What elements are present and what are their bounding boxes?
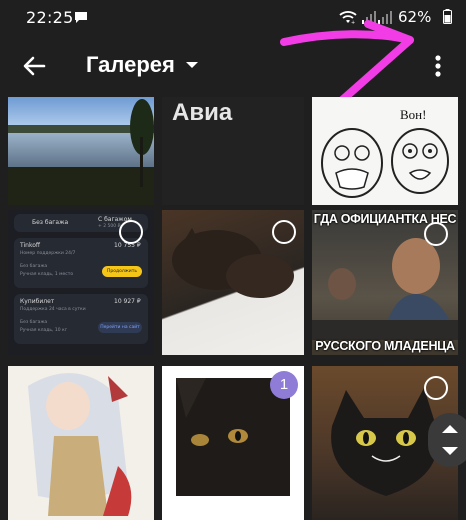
page-title: Галерея — [86, 52, 175, 77]
offer-2-sub: Поддержка 24 часа в сутки — [20, 307, 86, 312]
album-selector[interactable]: Галерея — [86, 48, 199, 82]
signal-icon-2 — [378, 11, 392, 24]
photo-tile-lake[interactable] — [8, 97, 154, 205]
battery-icon — [443, 9, 452, 24]
back-arrow-icon[interactable] — [18, 50, 50, 82]
rage-face-drawing — [321, 128, 449, 198]
signal-icon — [362, 11, 376, 24]
status-time: 22:25 — [26, 8, 74, 27]
offer-card-2: Купибилет Поддержка 24 часа в сутки 10 9… — [14, 294, 148, 344]
offer-2-line2: Ручная кладь, 10 кг — [20, 328, 68, 333]
wifi-icon: + — [339, 11, 357, 25]
meme-caption-bottom: РУССКОГО МЛАДЕНЦА — [315, 339, 455, 353]
photo-tile-sleeping-cat[interactable] — [162, 210, 304, 355]
photo-tile-rage-comic[interactable]: Вон! — [312, 97, 458, 205]
offer-2-button: Перейти на сайт — [98, 322, 142, 333]
photo-tile-avia[interactable]: Авиа — [162, 97, 304, 205]
offer-1-line1: Без багажа — [20, 264, 48, 269]
app-bar: Галерея — [0, 36, 466, 94]
anime-figure — [28, 373, 132, 516]
cat-face — [176, 378, 290, 496]
offer-1-sub: Номер поддержки 24/7 — [20, 251, 76, 256]
select-circle[interactable] — [119, 220, 143, 244]
offer-1-title: Tinkoff — [20, 242, 41, 249]
status-bar: 22:25 + 62% — [0, 0, 466, 36]
photo-grid: Авиа Вон! Без багажа С багажом + 2 500 ₽… — [0, 97, 466, 520]
select-circle[interactable] — [272, 220, 296, 244]
selection-number-badge[interactable]: 1 — [270, 371, 298, 399]
scroll-arrows-icon — [442, 425, 458, 455]
fast-scroll-handle[interactable] — [428, 413, 466, 467]
tab-no-baggage: Без багажа — [32, 219, 69, 226]
select-circle[interactable] — [424, 376, 448, 400]
select-circle[interactable] — [424, 222, 448, 246]
battery-percent: 62% — [398, 8, 432, 26]
photo-tile-anime[interactable] — [8, 366, 154, 520]
photo-tile-waiter-meme[interactable]: ГДА ОФИЦИАНТКА НЕС РУССКОГО МЛАДЕНЦА — [312, 210, 458, 355]
offer-card-1: Tinkoff Номер поддержки 24/7 10 755 ₽ Бе… — [14, 238, 148, 288]
offer-1-button: Продолжить — [102, 266, 142, 277]
tab-with-baggage-price: + 2 500 ₽ — [98, 224, 121, 229]
offer-2-line1: Без багажа — [20, 320, 48, 325]
offer-2-price: 10 927 ₽ — [114, 298, 141, 305]
more-options-icon[interactable] — [426, 50, 450, 82]
message-icon — [75, 12, 87, 23]
offer-2-title: Купибилет — [20, 298, 55, 305]
photo-tile-booking[interactable]: Без багажа С багажом + 2 500 ₽ Tinkoff Н… — [8, 210, 154, 355]
photo-tile-black-cat-selected[interactable]: 1 — [162, 366, 304, 520]
offer-1-line2: Ручная кладь, 1 место — [20, 272, 74, 277]
tree-icon — [130, 99, 154, 187]
svg-text:+: + — [351, 20, 355, 25]
dropdown-arrow-icon — [185, 62, 198, 68]
avia-text: Авиа — [172, 99, 233, 126]
